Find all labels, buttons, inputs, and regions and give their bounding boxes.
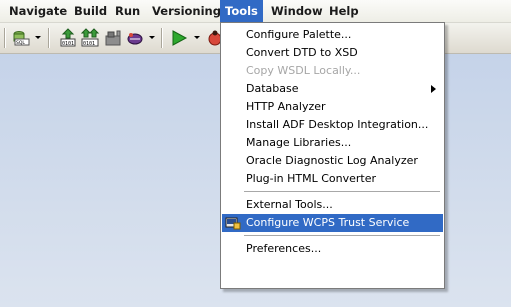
menu-item-configure-wcps-trust-service-label: Configure WCPS Trust Service bbox=[246, 216, 410, 229]
menu-item-database[interactable]: Database bbox=[222, 80, 443, 98]
menu-tools[interactable]: Tools bbox=[220, 0, 263, 22]
svg-text:0101: 0101 bbox=[62, 41, 74, 47]
dropdown-arrow-icon[interactable] bbox=[35, 36, 41, 56]
menu-item-http-analyzer[interactable]: HTTP Analyzer bbox=[222, 98, 443, 116]
menu-window[interactable]: Window bbox=[266, 0, 328, 22]
menu-item-plugin-html-converter[interactable]: Plug-in HTML Converter bbox=[222, 170, 443, 188]
menu-item-convert-dtd-to-xsd[interactable]: Convert DTD to XSD bbox=[222, 44, 443, 62]
menu-build[interactable]: Build bbox=[69, 0, 112, 22]
make-icon[interactable]: 0101 bbox=[58, 28, 78, 48]
menu-bar: Navigate Build Run Versioning Tools Wind… bbox=[0, 0, 511, 23]
svg-text:0101: 0101 bbox=[83, 41, 95, 47]
menu-item-external-tools[interactable]: External Tools... bbox=[222, 196, 443, 214]
menu-item-manage-libraries[interactable]: Manage Libraries... bbox=[222, 134, 443, 152]
dropdown-arrow-icon[interactable] bbox=[194, 36, 200, 56]
submenu-arrow-icon bbox=[431, 85, 436, 93]
toolbar-separator bbox=[4, 28, 6, 48]
menu-item-oracle-diagnostic-log-analyzer[interactable]: Oracle Diagnostic Log Analyzer bbox=[222, 152, 443, 170]
svg-text:SQL: SQL bbox=[16, 40, 25, 46]
menu-item-install-adf-desktop-integration[interactable]: Install ADF Desktop Integration... bbox=[222, 116, 443, 134]
sql-worksheet-icon[interactable]: SQL bbox=[11, 28, 33, 48]
toolbar-separator bbox=[48, 28, 50, 48]
tools-menu-dropdown: Configure Palette... Convert DTD to XSD … bbox=[220, 22, 445, 289]
toolbar-separator bbox=[161, 28, 163, 48]
debug-icon[interactable] bbox=[205, 28, 221, 48]
deploy-icon[interactable] bbox=[103, 28, 123, 48]
menu-separator bbox=[244, 235, 440, 236]
menu-item-database-label: Database bbox=[246, 82, 299, 95]
menu-navigate[interactable]: Navigate bbox=[4, 0, 72, 22]
menu-item-preferences[interactable]: Preferences... bbox=[222, 240, 443, 258]
menu-item-configure-palette[interactable]: Configure Palette... bbox=[222, 26, 443, 44]
menu-help[interactable]: Help bbox=[324, 0, 364, 22]
menu-versioning[interactable]: Versioning bbox=[147, 0, 226, 22]
dropdown-arrow-icon[interactable] bbox=[149, 36, 155, 56]
menu-item-copy-wsdl-locally: Copy WSDL Locally... bbox=[246, 64, 361, 77]
run-icon[interactable] bbox=[170, 28, 188, 48]
wcps-trust-icon bbox=[225, 215, 241, 237]
menu-run[interactable]: Run bbox=[110, 0, 145, 22]
menu-item-configure-wcps-trust-service[interactable]: Configure WCPS Trust Service bbox=[222, 214, 443, 232]
bug-tool-icon[interactable] bbox=[125, 28, 145, 48]
rebuild-icon[interactable]: 0101 bbox=[80, 28, 100, 48]
menu-separator bbox=[244, 191, 440, 192]
